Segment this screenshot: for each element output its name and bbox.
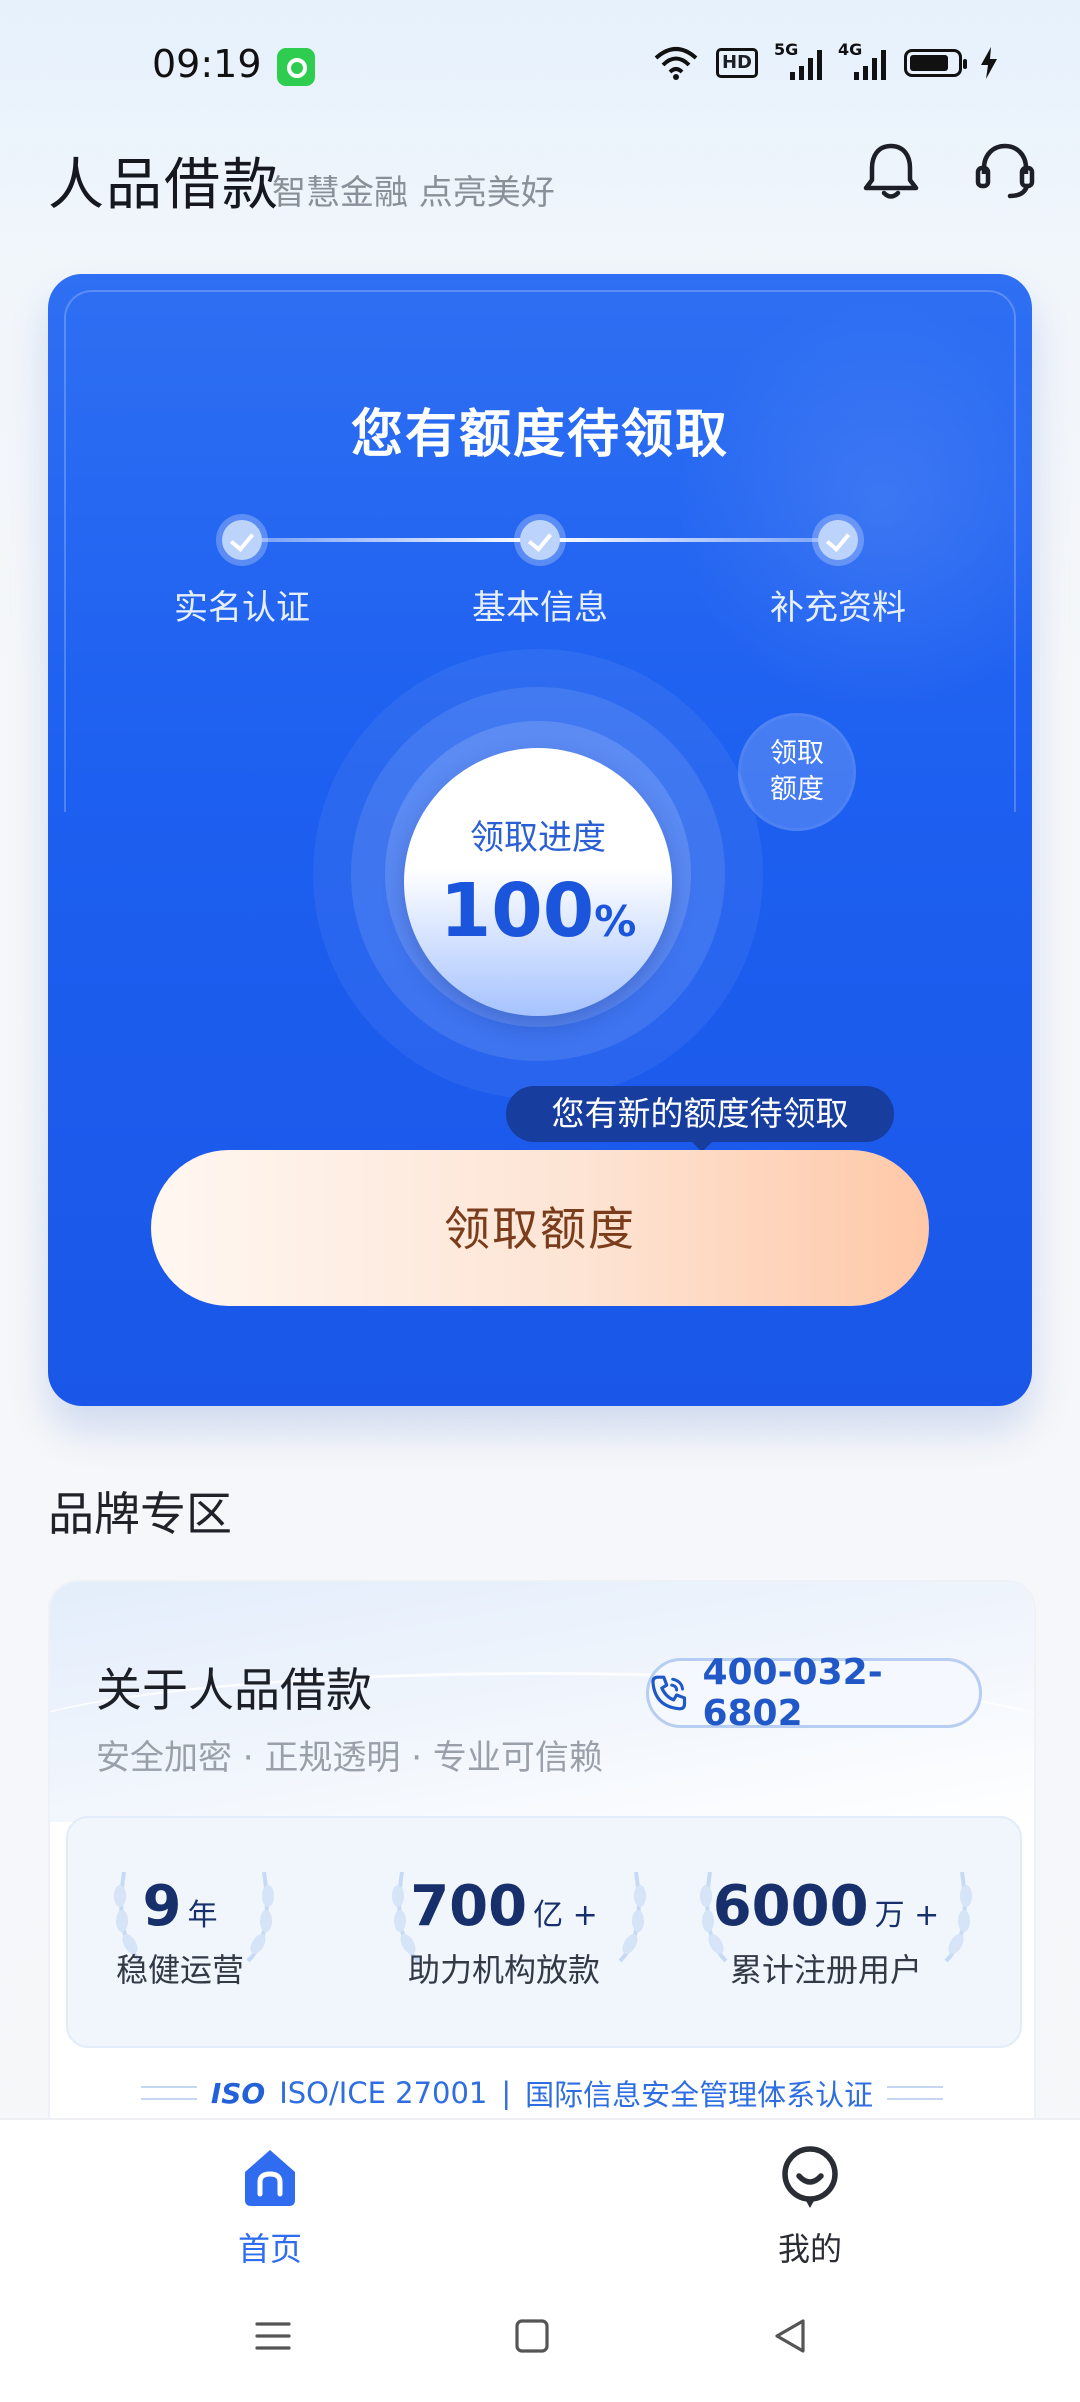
app-title: 人品借款 xyxy=(48,153,280,218)
new-quota-tooltip: 您有新的额度待领取 xyxy=(506,1086,894,1152)
step-2-check-icon xyxy=(520,520,560,560)
home-square-icon[interactable] xyxy=(512,2316,552,2356)
phone-icon xyxy=(651,1675,687,1711)
hero-title: 您有额度待领取 xyxy=(350,405,729,465)
bell-icon[interactable] xyxy=(858,138,924,204)
battery-icon xyxy=(904,49,967,77)
about-title: 关于人品借款 xyxy=(96,1663,372,1717)
charging-icon xyxy=(981,47,997,79)
iso-separator: | xyxy=(501,2076,512,2110)
hotline-button[interactable]: 400-032-6802 xyxy=(646,1652,982,1734)
stats-panel: 9年 稳健运营 700 亿 + 助力机构放款 6000 万 + 累计注册用户 xyxy=(66,1816,1022,2048)
claim-quota-bubble[interactable]: 领取额度 xyxy=(741,716,853,828)
app-slogan: 智慧金融 点亮美好 xyxy=(272,173,555,213)
claim-quota-button[interactable]: 领取额度 xyxy=(151,1150,929,1306)
signal-4g-icon: 4G xyxy=(838,40,886,80)
stat-years: 9年 稳健运营 xyxy=(115,1874,244,1989)
status-icons: HD 5G 4G xyxy=(654,40,998,80)
progress-disc: 领取进度 100% xyxy=(404,748,672,1016)
step-label: 实名认证 xyxy=(174,588,310,628)
profile-icon xyxy=(782,2146,838,2208)
customer-service-icon[interactable] xyxy=(972,138,1038,204)
stat-loans: 700 亿 + 助力机构放款 xyxy=(407,1874,600,1989)
step-1-check-icon xyxy=(222,520,262,560)
bottom-nav: 首页 我的 xyxy=(0,2118,1080,2402)
progress-label: 领取进度 xyxy=(470,818,606,858)
step-label: 基本信息 xyxy=(472,588,608,628)
hotline-number: 400-032-6802 xyxy=(702,1652,883,1734)
menu-icon[interactable] xyxy=(253,2316,293,2356)
progress-value: 100% xyxy=(439,868,637,954)
iso-badge-icon: ISO xyxy=(210,2076,266,2110)
iso-description: 国际信息安全管理体系认证 xyxy=(525,2078,874,2112)
signal-5g-icon: 5G xyxy=(774,40,822,80)
app-notification-icon xyxy=(277,48,315,86)
status-time: 09:19 xyxy=(152,42,262,86)
hd-icon: HD xyxy=(715,48,758,78)
iso-certification: ISO ISO/ICE 27001 | 国际信息安全管理体系认证 xyxy=(50,2072,1034,2114)
stat-users: 6000 万 + 累计注册用户 xyxy=(712,1874,940,1989)
credit-hero-card: 您有额度待领取 实名认证 基本信息 补充资料 领取进度 100% 领取额度 您有… xyxy=(48,274,1032,1406)
wifi-icon xyxy=(654,47,698,80)
step-label: 补充资料 xyxy=(770,588,906,628)
iso-standard: ISO/ICE 27001 xyxy=(279,2076,488,2110)
brand-section-title: 品牌专区 xyxy=(48,1487,232,1541)
nav-home[interactable]: 首页 xyxy=(170,2142,370,2270)
step-3-check-icon xyxy=(818,520,858,560)
about-subtitle: 安全加密 · 正规透明 · 专业可信赖 xyxy=(96,1738,603,1778)
nav-mine[interactable]: 我的 xyxy=(710,2142,910,2270)
home-icon xyxy=(245,2150,295,2206)
back-icon[interactable] xyxy=(770,2316,810,2356)
